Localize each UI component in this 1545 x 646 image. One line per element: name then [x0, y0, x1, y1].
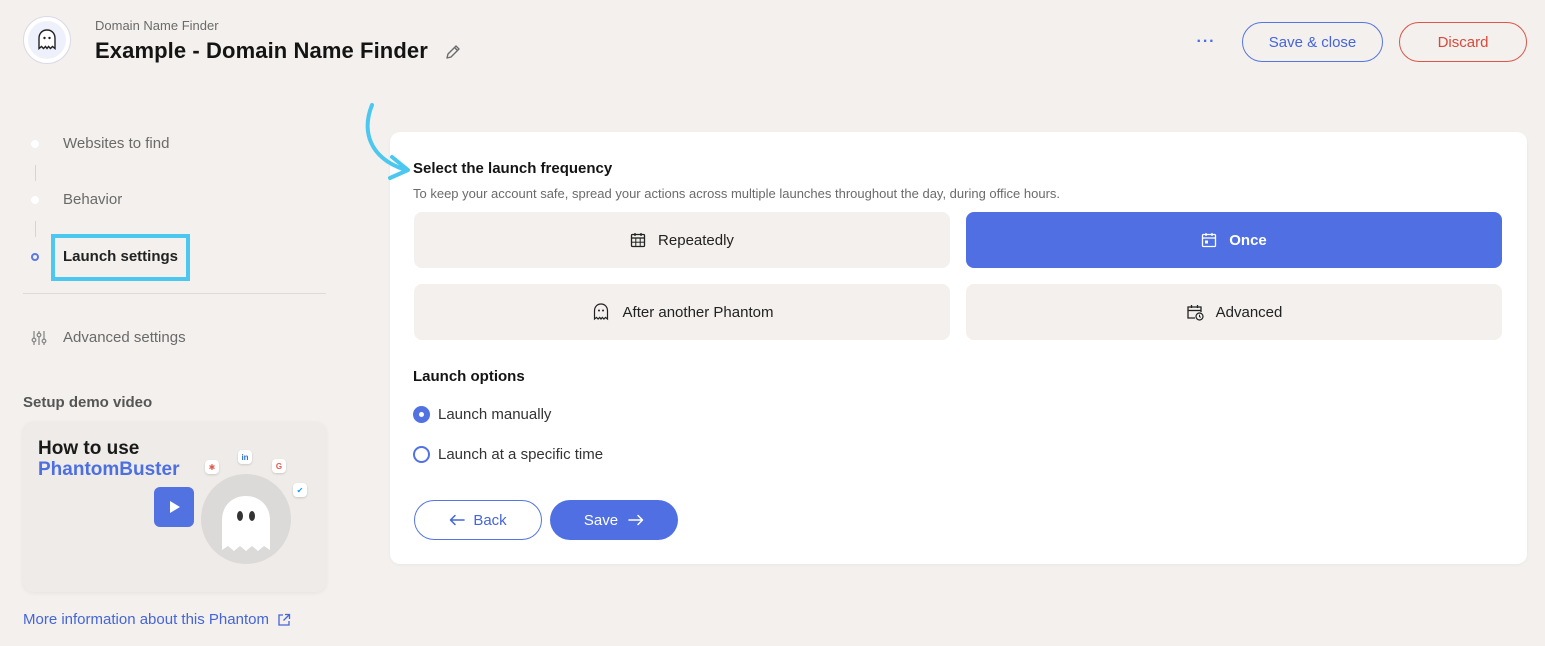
option-label: Once [1229, 231, 1267, 249]
advanced-settings-link[interactable]: Advanced settings [63, 329, 186, 346]
save-label: Save [583, 511, 619, 529]
save-button[interactable]: Save [550, 500, 678, 540]
save-close-button[interactable]: Save & close [1242, 22, 1383, 62]
video-title-line1: How to use [38, 438, 140, 459]
option-label: Repeatedly [658, 231, 734, 249]
frequency-option-advanced[interactable]: Advanced [966, 284, 1502, 340]
radio-button-checked[interactable] [413, 406, 430, 423]
ghost-icon [38, 29, 56, 50]
external-link-icon [278, 613, 291, 626]
google-icon: G [272, 459, 286, 473]
frequency-title: Select the launch frequency [413, 160, 613, 177]
ghost-illustration [201, 474, 291, 564]
step-dot [31, 196, 39, 204]
option-label: After another Phantom [622, 303, 774, 321]
frequency-option-after-another-phantom[interactable]: After another Phantom [414, 284, 950, 340]
demo-video-title: Setup demo video [23, 394, 153, 411]
ghost-icon [593, 303, 608, 321]
step-launch-settings[interactable]: Launch settings [63, 248, 178, 265]
radio-launch-manually[interactable]: Launch manually [413, 406, 551, 423]
more-info-label: More information about this Phantom [23, 611, 269, 628]
back-label: Back [473, 511, 507, 529]
back-button[interactable]: Back [414, 500, 542, 540]
step-websites-to-find[interactable]: Websites to find [63, 135, 169, 152]
calendar-icon [1202, 233, 1217, 248]
page-title: Example - Domain Name Finder [95, 38, 428, 63]
phantom-type: Domain Name Finder [95, 18, 219, 33]
video-title-line2: PhantomBuster [38, 459, 180, 480]
step-connector [35, 165, 36, 181]
calendar-grid-icon [630, 233, 646, 248]
radio-label: Launch at a specific time [438, 446, 604, 463]
frequency-option-once[interactable]: Once [966, 212, 1502, 268]
step-dot-active [31, 253, 39, 261]
pencil-icon[interactable] [444, 43, 462, 61]
twitter-icon: ✔ [293, 483, 307, 497]
arrow-right-icon [628, 514, 644, 526]
step-dot [31, 140, 39, 148]
step-behavior[interactable]: Behavior [63, 191, 122, 208]
sidebar-divider [23, 293, 326, 294]
frequency-option-repeatedly[interactable]: Repeatedly [414, 212, 950, 268]
step-connector [35, 221, 36, 237]
arrow-left-icon [450, 514, 466, 526]
phantom-logo [23, 16, 71, 64]
sliders-icon [30, 329, 48, 347]
radio-label: Launch manually [438, 406, 552, 423]
radio-button[interactable] [413, 446, 430, 463]
demo-video-thumbnail[interactable]: How to use PhantomBuster ✱ in G ✔ [23, 422, 326, 592]
frequency-description: To keep your account safe, spread your a… [413, 186, 1061, 201]
more-info-link[interactable]: More information about this Phantom [23, 611, 291, 628]
play-button[interactable] [154, 487, 194, 527]
calendar-clock-icon [1186, 305, 1204, 321]
linkedin-icon: in [238, 450, 252, 464]
radio-launch-specific-time[interactable]: Launch at a specific time [413, 446, 603, 463]
option-label: Advanced [1215, 303, 1283, 321]
discard-button[interactable]: Discard [1399, 22, 1527, 62]
play-icon [170, 501, 180, 513]
app-icon: ✱ [205, 460, 219, 474]
launch-options-title: Launch options [413, 368, 525, 385]
pointer-arrow-icon [358, 100, 418, 184]
more-options-button[interactable]: ··· [1192, 28, 1220, 56]
